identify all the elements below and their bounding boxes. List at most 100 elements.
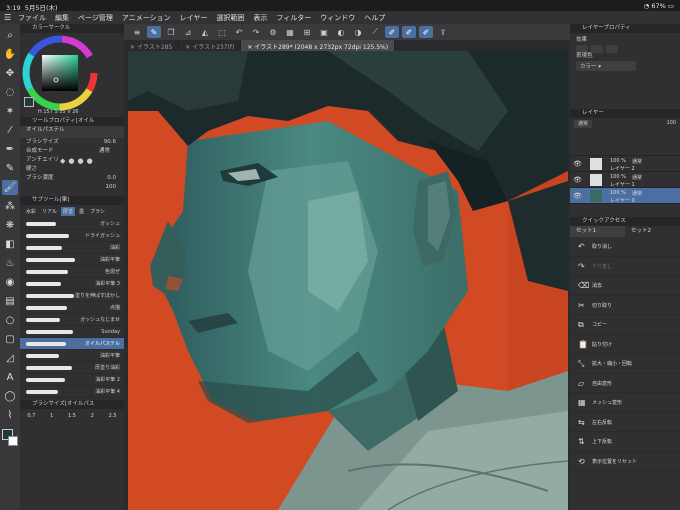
quick-access-item[interactable]: ↷ やり直し xyxy=(570,257,680,276)
brush-item[interactable]: 厚塗り油彩 xyxy=(20,362,124,374)
balloon-icon[interactable]: ◯ xyxy=(2,389,18,404)
quick-access-item[interactable]: ⤡ 拡大・縮小・回転 xyxy=(570,354,680,374)
subtool-tab-ink[interactable]: 墨 xyxy=(77,207,86,216)
subtool-tab-watercolor[interactable]: 水彩 xyxy=(24,207,38,216)
size-preset[interactable]: 2.5 xyxy=(109,413,117,419)
quick-access-item[interactable]: ⧉ コピー xyxy=(570,315,680,335)
menu-page[interactable]: ページ管理 xyxy=(78,13,113,23)
brush-item[interactable]: 油彩平筆 4 xyxy=(20,386,124,398)
eye-icon[interactable]: 👁 xyxy=(573,176,582,184)
menu-window[interactable]: ウィンドウ xyxy=(320,13,355,23)
size-preset[interactable]: 1.5 xyxy=(68,413,76,419)
qa-tab-set2[interactable]: セット2 xyxy=(625,226,680,237)
mask-icon[interactable]: ◑ xyxy=(351,26,365,38)
menu-view[interactable]: 表示 xyxy=(253,13,267,23)
text-icon[interactable]: A xyxy=(2,370,18,385)
transform-icon[interactable]: ⬚ xyxy=(215,26,229,38)
layer-property-header[interactable]: レイヤープロパティ xyxy=(570,24,680,33)
brush-icon[interactable]: 🖌 xyxy=(2,180,18,195)
color-circle-header[interactable]: カラーサークル xyxy=(20,24,124,33)
quick-access-item[interactable]: ⇆ 左右反転 xyxy=(570,413,680,432)
magic-wand-icon[interactable]: ✶ xyxy=(2,104,18,119)
brush-item[interactable]: ガッシュ xyxy=(20,218,124,230)
gradient-icon[interactable]: ▤ xyxy=(2,294,18,309)
brush-size-header[interactable]: ブラシサイズ[オイルパス xyxy=(20,400,124,409)
drawing-canvas[interactable] xyxy=(128,51,568,510)
symmetry-icon[interactable]: ◐ xyxy=(334,26,348,38)
size-preset[interactable]: 2 xyxy=(91,413,94,419)
menu-edit[interactable]: 編集 xyxy=(55,13,69,23)
quick-access-item[interactable]: ↶ 取り消し xyxy=(570,237,680,257)
pen-tool-icon[interactable]: ✎ xyxy=(147,26,161,38)
brush-item[interactable]: 油彩平筆 3 xyxy=(20,278,124,290)
quick-access-item[interactable]: ✂ 切り取り xyxy=(570,296,680,315)
current-color-swatch[interactable] xyxy=(24,97,34,107)
layer-row[interactable]: 👁 100 % 通常 レイヤー 0 xyxy=(570,188,680,204)
effect-tone-icon[interactable] xyxy=(591,45,603,53)
blend-mode-select[interactable]: 通常 xyxy=(574,120,593,128)
tab-illust-285[interactable]: ✕ イラスト285 xyxy=(124,40,180,51)
tool-property-header[interactable]: ツールプロパティ[オイル xyxy=(20,117,124,126)
brush-item[interactable]: ガッシュなじませ xyxy=(20,314,124,326)
quick-access-item[interactable]: ⇅ 上下反転 xyxy=(570,432,680,452)
subtool-tab-real[interactable]: リアル xyxy=(40,207,59,216)
figure-icon[interactable]: ○ xyxy=(2,313,18,328)
tilt-icon[interactable]: ⊿ xyxy=(181,26,195,38)
pressure-icon[interactable]: ✐ xyxy=(402,26,416,38)
snap-icon[interactable]: ⊞ xyxy=(300,26,314,38)
effect-color-icon[interactable] xyxy=(606,45,618,53)
size-preset[interactable]: 0.7 xyxy=(27,413,35,419)
brush-item[interactable]: 色混ぜ xyxy=(20,266,124,278)
brush-item[interactable]: 点描 xyxy=(20,302,124,314)
ruler-snap-icon[interactable]: ⟋ xyxy=(368,26,382,38)
menu-file[interactable]: ファイル xyxy=(18,13,46,23)
color-wheel[interactable] xyxy=(20,33,124,117)
vector-icon[interactable]: ✐ xyxy=(419,26,433,38)
subtool-tab-impasto[interactable]: 厚塗 xyxy=(60,207,75,216)
correct-line-icon[interactable]: ⌇ xyxy=(2,408,18,423)
menu-help[interactable]: ヘルプ xyxy=(364,13,385,23)
airbrush-icon[interactable]: ⁂ xyxy=(2,199,18,214)
menu-filter[interactable]: フィルター xyxy=(276,13,311,23)
opacity-value[interactable]: 100 xyxy=(666,120,676,126)
frame-view-icon[interactable]: ▣ xyxy=(317,26,331,38)
quick-access-header[interactable]: クイックアクセス xyxy=(570,217,680,226)
density-row[interactable]: 100 xyxy=(20,183,124,192)
blend-row[interactable]: ブラシ濃度 0.0 xyxy=(20,174,124,183)
quick-access-item[interactable]: ▱ 自由変形 xyxy=(570,374,680,393)
quick-access-item[interactable]: ⌫ 消去 xyxy=(570,276,680,296)
move-icon[interactable]: ✥ xyxy=(2,66,18,81)
bucket-icon[interactable]: ◭ xyxy=(198,26,212,38)
color-swatches[interactable] xyxy=(2,429,18,447)
size-preset[interactable]: 1 xyxy=(50,413,53,419)
brush-item[interactable]: ドライガッシュ xyxy=(20,230,124,242)
eraser-icon[interactable]: ◧ xyxy=(2,237,18,252)
tab-illust-289[interactable]: ✕ イラスト289* (2048 x 2732px 72dpi 125.5%) xyxy=(241,40,396,51)
menu-animation[interactable]: アニメーション xyxy=(122,13,171,23)
brush-item[interactable]: オイルパステル xyxy=(20,338,124,350)
decoration-icon[interactable]: ❋ xyxy=(2,218,18,233)
anti-alias-row[interactable]: アンチエイリ ◆●●● xyxy=(20,156,124,165)
redo-icon[interactable]: ↷ xyxy=(249,26,263,38)
layers-icon[interactable]: ❐ xyxy=(164,26,178,38)
layer-row[interactable]: 👁 100 % 通常 レイヤー 1 xyxy=(570,172,680,188)
brush-item[interactable]: 油彩平筆 2 xyxy=(20,374,124,386)
subtool-header[interactable]: サブツール[筆] xyxy=(20,196,124,205)
brush-size-row[interactable]: ブラシサイズ 90.6 xyxy=(20,138,124,147)
ruler-icon[interactable]: ◿ xyxy=(2,351,18,366)
tab-illust-237[interactable]: ✕ イラスト237(f) xyxy=(179,40,242,51)
qa-tab-set1[interactable]: セット1 xyxy=(570,226,625,237)
grid-icon[interactable]: ▦ xyxy=(283,26,297,38)
undo-icon[interactable]: ↶ xyxy=(232,26,246,38)
brush-item[interactable]: 油彩 xyxy=(20,242,124,254)
menu-selection[interactable]: 選択範囲 xyxy=(216,13,244,23)
menu-layer[interactable]: レイヤー xyxy=(180,13,208,23)
composite-row[interactable]: 合成モード 通常 xyxy=(20,147,124,156)
gear-icon[interactable]: ⚙ xyxy=(266,26,280,38)
quick-access-item[interactable]: 📋 貼り付け xyxy=(570,335,680,354)
quick-access-item[interactable]: ⟲ 表示位置をリセット xyxy=(570,452,680,471)
layer-panel-header[interactable]: レイヤー xyxy=(570,109,680,118)
pen-icon[interactable]: ✒ xyxy=(2,142,18,157)
quick-access-item[interactable]: ▦ メッシュ変形 xyxy=(570,393,680,413)
menu-icon[interactable]: ≡ xyxy=(130,26,144,38)
